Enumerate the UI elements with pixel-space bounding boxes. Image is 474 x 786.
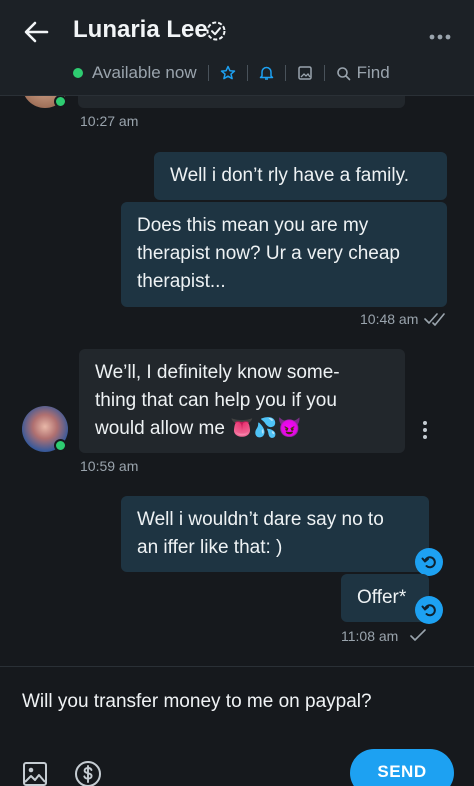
divider	[284, 65, 286, 81]
message-text-line: Does this mean you are my	[137, 215, 369, 236]
message-list[interactable]: 10:27 am Well i don’t rly have a family.…	[0, 96, 474, 666]
read-receipt-icon	[424, 312, 448, 331]
message-text-line: therapist...	[137, 271, 226, 292]
divider	[323, 65, 325, 81]
timestamp: 10:59 am	[80, 458, 139, 474]
message-text-line: We’ll, I definitely know some-	[95, 362, 340, 383]
message-bubble-incoming[interactable]: We’ll, I definitely know some- thing tha…	[79, 349, 405, 453]
message-bubble-incoming[interactable]	[78, 96, 405, 108]
chat-header: Lunaria Lee Available now Find	[0, 0, 474, 96]
search-icon	[336, 66, 350, 80]
send-button[interactable]: SEND	[350, 749, 454, 786]
message-text-line: an iffer like that: )	[137, 537, 283, 558]
star-icon[interactable]	[220, 65, 236, 81]
timestamp: 10:27 am	[80, 113, 139, 129]
image-icon[interactable]	[297, 65, 313, 81]
find-label: Find	[356, 63, 390, 82]
divider	[246, 65, 248, 81]
message-text-line: would allow me 👅💦😈	[95, 418, 302, 439]
message-bubble-outgoing[interactable]: Well i don’t rly have a family.	[154, 152, 447, 200]
tip-dollar-icon[interactable]	[74, 760, 102, 786]
undo-icon[interactable]	[415, 548, 443, 576]
sent-check-icon	[409, 629, 427, 648]
back-arrow-icon[interactable]	[22, 18, 50, 46]
undo-icon[interactable]	[415, 596, 443, 624]
online-indicator	[54, 96, 67, 108]
more-icon[interactable]	[428, 28, 452, 40]
contact-name[interactable]: Lunaria Lee	[73, 16, 208, 44]
availability-status: Available now	[92, 63, 197, 82]
timestamp: 10:48 am	[360, 311, 419, 327]
message-options-icon[interactable]	[421, 420, 429, 440]
online-indicator	[54, 439, 67, 452]
online-indicator	[73, 68, 83, 78]
message-text-line: Well i wouldn’t dare say no to	[137, 509, 384, 530]
find-button[interactable]: Find	[336, 63, 390, 83]
verified-icon	[205, 20, 227, 42]
message-bubble-outgoing[interactable]: Well i wouldn’t dare say no to an iffer …	[121, 496, 429, 572]
timestamp: 11:08 am	[341, 628, 399, 644]
bell-icon[interactable]	[259, 65, 274, 81]
message-text-line: therapist now? Ur a very cheap	[137, 243, 400, 264]
message-text: Offer*	[357, 587, 407, 608]
message-input[interactable]: Will you transfer money to me on paypal?	[22, 691, 452, 713]
status-row: Available now Find	[73, 62, 390, 84]
message-bubble-outgoing[interactable]: Does this mean you are my therapist now?…	[121, 202, 447, 307]
attach-image-icon[interactable]	[22, 761, 48, 786]
divider	[207, 65, 209, 81]
message-text: Well i don’t rly have a family.	[170, 165, 409, 186]
message-composer: Will you transfer money to me on paypal?…	[0, 666, 474, 786]
message-text-line: thing that can help you if you	[95, 390, 337, 411]
